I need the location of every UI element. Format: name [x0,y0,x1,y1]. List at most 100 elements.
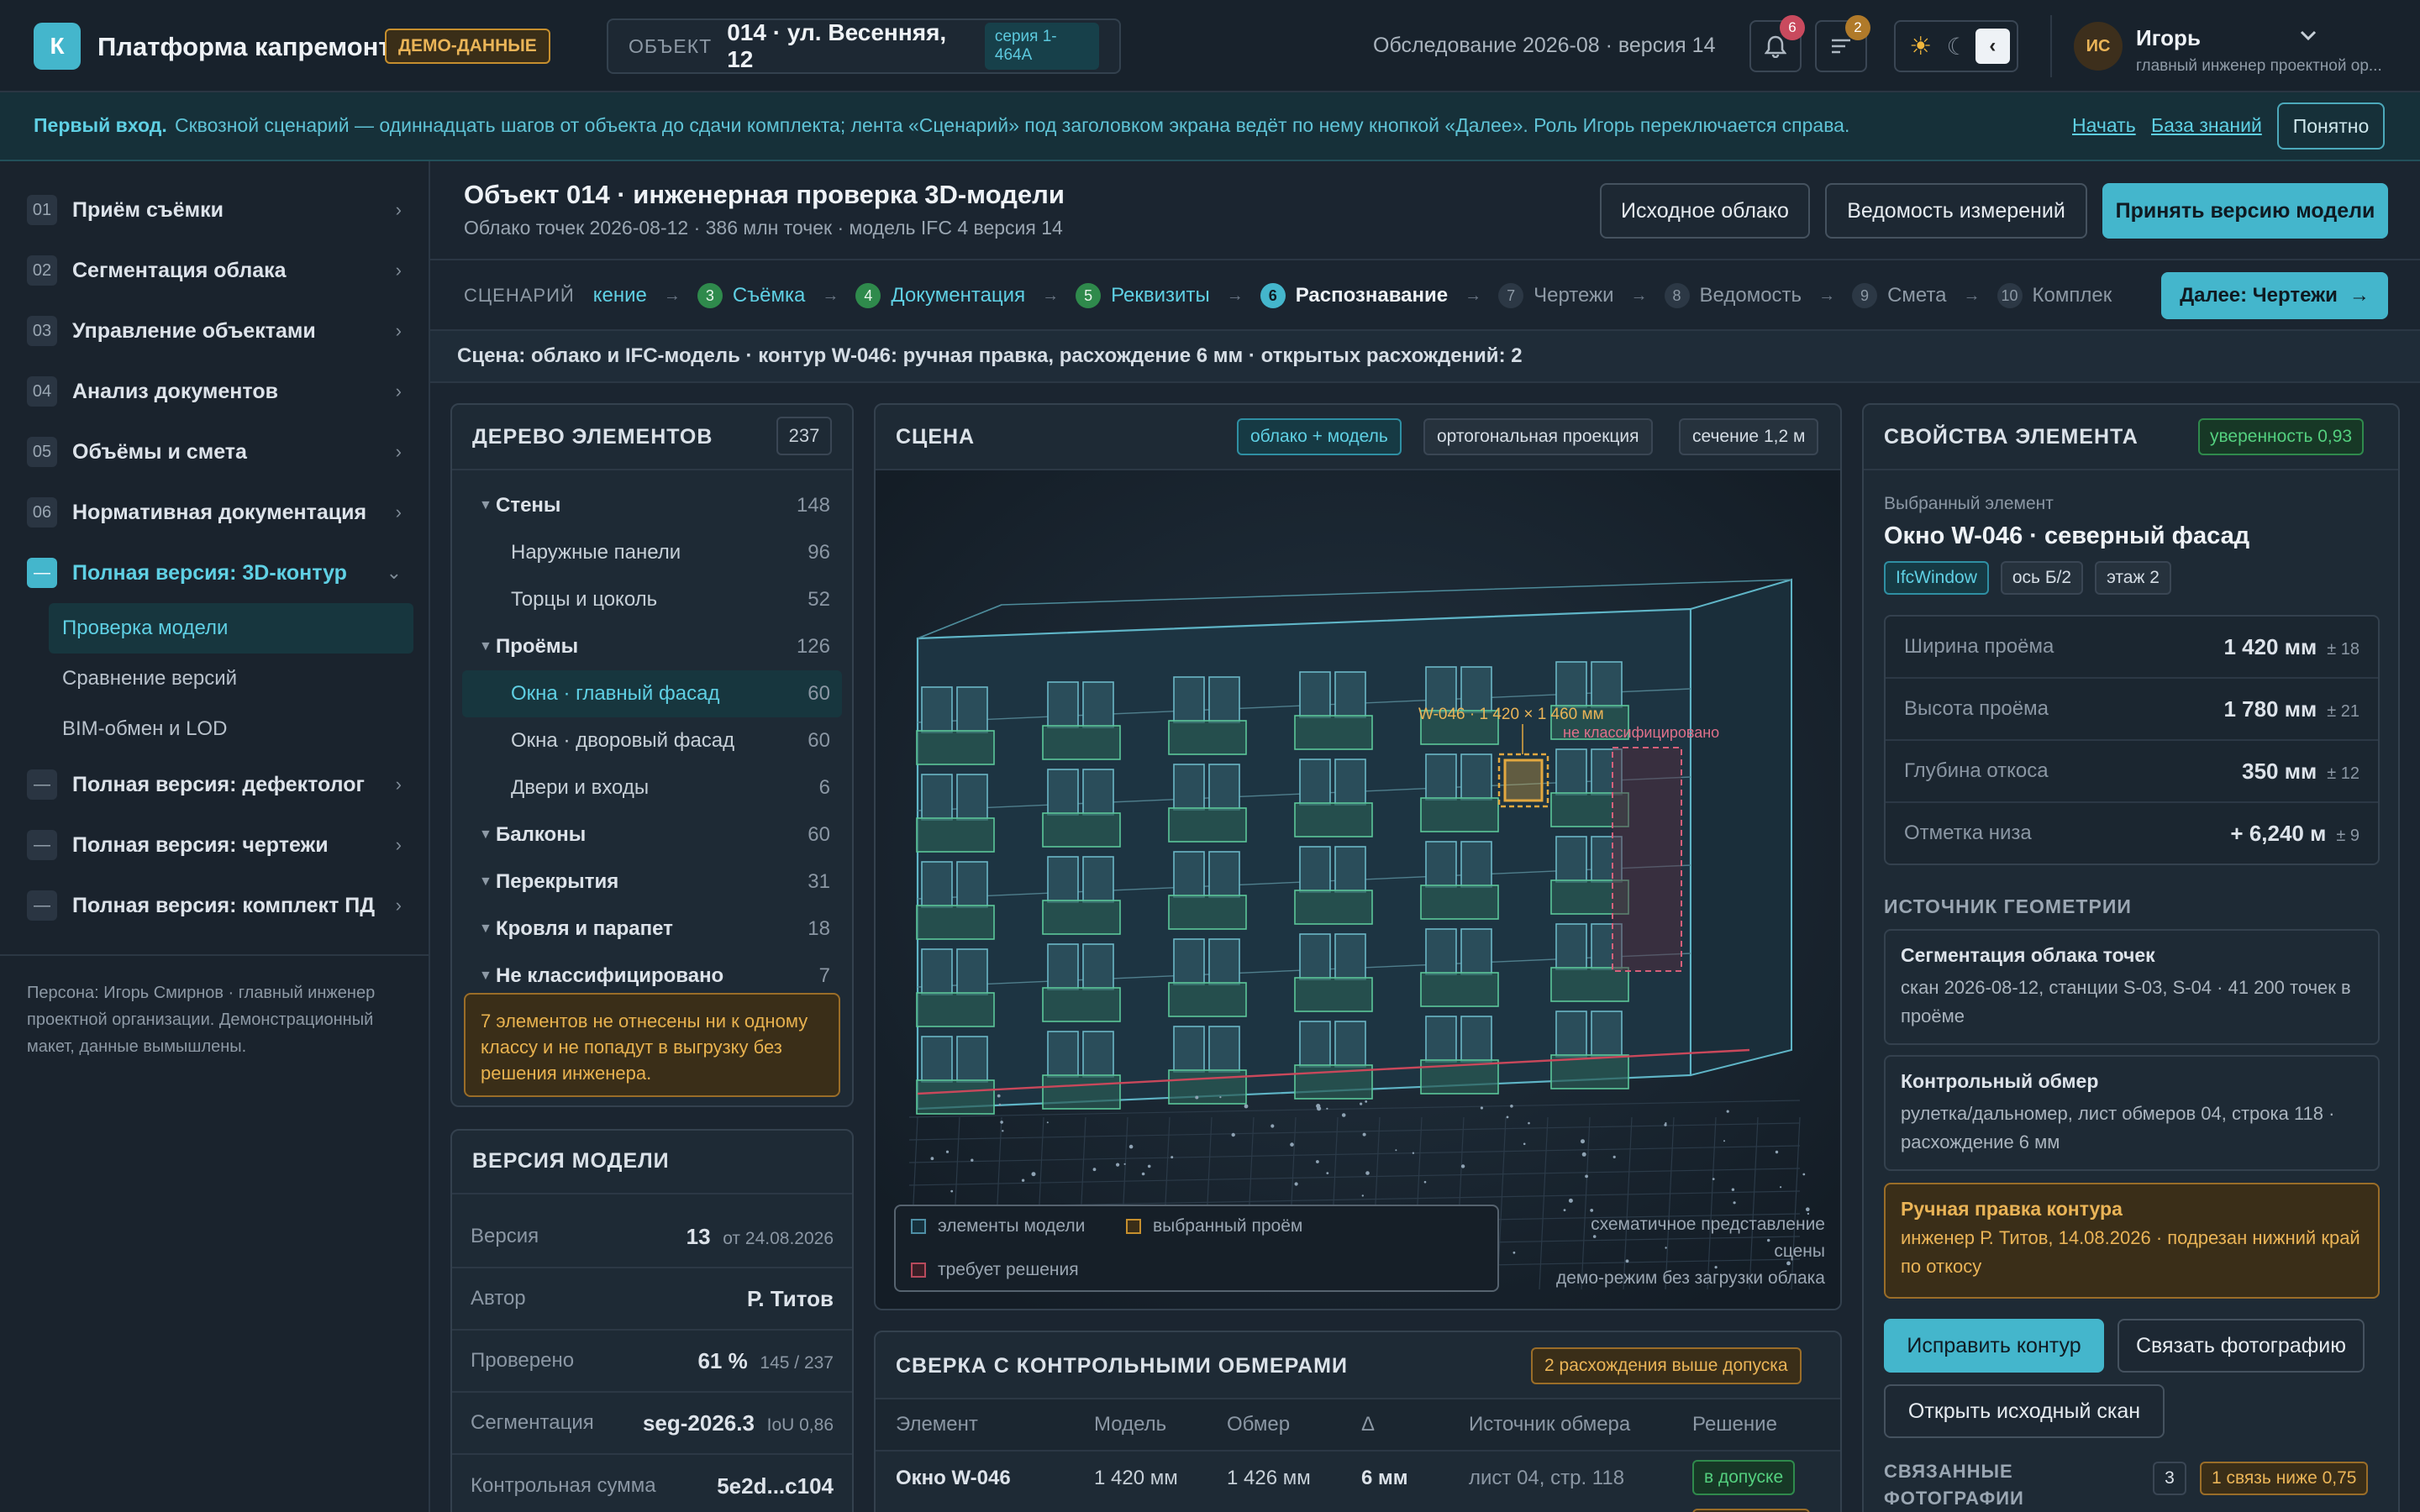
tree-label: Торцы и цоколь [511,588,658,611]
tag-floor[interactable]: этаж 2 [2095,561,2171,595]
tasks-button[interactable]: 2 [1815,15,1870,72]
section-chip[interactable]: сечение 1,2 м [1679,418,1819,455]
nav-number: 02 [27,255,57,286]
sidebar-item-normative[interactable]: 06 Нормативная документация › [0,482,429,543]
step-number: 8 [1664,283,1690,308]
tree-node-balconies[interactable]: ▼ Балконы 60 [462,811,842,858]
fix-contour-button[interactable]: Исправить контур [1884,1319,2104,1373]
sidebar-item-intake[interactable]: 01 Приём съёмки › [0,180,429,240]
app-logo[interactable]: К [34,23,81,70]
notifications-button[interactable]: 6 [1749,15,1805,72]
balcony [1168,1069,1247,1105]
scenario-step-4[interactable]: 4 Документация [855,283,1025,308]
open-scan-button[interactable]: Открыть исходный скан [1884,1384,2165,1438]
window-pane [1047,856,1079,903]
balcony [1042,987,1121,1022]
status-text: Сцена: облако и IFC-модель · контур W-04… [457,344,1523,367]
sidebar-subitem-version-compare[interactable]: Сравнение версий [0,654,429,704]
point [1092,1168,1097,1172]
linked-photos-title-line: ФОТОГРАФИИ [1884,1488,2024,1509]
sidebar-item-objects[interactable]: 03 Управление объектами › [0,301,429,361]
object-selector[interactable]: ОБЪЕКТ 014 · ул. Весенняя, 12 серия 1-46… [607,18,1121,74]
nav-label: Полная версия: 3D-контур [72,560,347,585]
element-tree-panel: ДЕРЕВО ЭЛЕМЕНТОВ 237 ▼ Стены 148 Наружные … [450,403,854,1107]
point [1723,1140,1725,1142]
tree-node-windows-yard[interactable]: Окна · дворовый фасад 60 [462,717,842,764]
sun-icon[interactable]: ☀ [1902,32,1939,61]
unclassified-region[interactable] [1612,747,1682,972]
tree-node-slabs[interactable]: ▼ Перекрытия 31 [462,858,842,906]
window-pane [1047,943,1079,990]
page-header: Объект 014 · инженерная проверка 3D-моде… [430,161,2420,260]
source-cloud-button[interactable]: Исходное облако [1600,183,1810,239]
link-photo-button[interactable]: Связать фотографию [2118,1319,2365,1373]
scenario-step-7[interactable]: 7 Чертежи [1498,283,1614,308]
kv-sub: 145 / 237 [760,1352,834,1373]
sidebar-subitem-bim-lod[interactable]: BIM-обмен и LOD [0,704,429,754]
mode-chip[interactable]: облако + модель [1237,418,1402,455]
scenario-step-10[interactable]: 10 Комплек [1996,283,2112,308]
projection-chip[interactable]: ортогональная проекция [1423,418,1653,455]
window-pane [1555,748,1587,795]
scene-note-line: демо-режим без загрузки облака [1555,1268,1825,1288]
sidebar-footer: Персона: Игорь Смирнов · главный инженер… [0,954,429,1060]
selected-window[interactable] [1503,759,1544,802]
theme-switcher[interactable]: ☀ ☾ ‹ [1894,20,2018,72]
sidebar-item-pd-set[interactable]: — Полная версия: комплект ПД › [0,875,429,936]
table-row[interactable]: Окно W-046 1 420 мм 1 426 мм 6 мм лист 0… [876,1452,1840,1505]
sidebar-item-drawings[interactable]: — Полная версия: чертежи › [0,815,429,875]
sidebar-subitem-model-check[interactable]: Проверка модели [49,603,413,654]
geometry-source-measure[interactable]: Контрольный обмер рулетка/дальномер, лис… [1884,1055,2380,1171]
window-pane [1425,1016,1457,1063]
moon-icon[interactable]: ☾ [1939,33,1975,60]
metric-value: 1 420 мм [2223,633,2317,659]
window-pane [1047,1031,1079,1078]
metrics-box: Ширина проёма 1 420 мм ± 18 Высота проёма 1… [1884,615,2380,865]
tree-count: 52 [808,588,830,611]
tree-count: 6 [818,776,830,799]
scenario-step-partial[interactable]: кение [593,284,647,307]
legend-model: элементы модели [911,1216,1085,1236]
geometry-source-segmentation[interactable]: Сегментация облака точек скан 2026-08-12… [1884,929,2380,1045]
avatar[interactable]: ИС [2074,22,2123,71]
tag-ifc-class[interactable]: IfcWindow [1884,561,1989,595]
chevron-down-icon[interactable] [2299,29,2317,42]
theme-toggle[interactable]: ‹ [1975,29,2011,64]
accept-model-button[interactable]: Принять версию модели [2102,183,2388,239]
banner-kb-link[interactable]: База знаний [2151,114,2262,137]
metric-label: Высота проёма [1904,697,2049,720]
nav-number: — [27,830,57,860]
tree-count: 148 [796,494,830,517]
tree-node-windows-main[interactable]: Окна · главный фасад 60 [462,670,842,717]
scenario-step-5[interactable]: 5 Реквизиты [1076,283,1210,308]
kv-value: seg-2026.3 [642,1410,755,1436]
sidebar-item-volumes[interactable]: 05 Объёмы и смета › [0,422,429,482]
tree-node-walls[interactable]: ▼ Стены 148 [462,482,842,529]
scenario-step-6[interactable]: 6 Распознавание [1260,283,1448,308]
tree-node-ends-plinth[interactable]: Торцы и цоколь 52 [462,576,842,623]
scenario-step-8[interactable]: 8 Ведомость [1664,283,1802,308]
point [1147,1164,1151,1168]
tree-node-outer-panels[interactable]: Наружные панели 96 [462,529,842,576]
tree-node-openings[interactable]: ▼ Проёмы 126 [462,623,842,670]
sidebar-item-3d-contour[interactable]: — Полная версия: 3D-контур ⌄ [0,543,429,603]
legend-label: выбранный проём [1153,1216,1303,1236]
sidebar-item-defectologist[interactable]: — Полная версия: дефектолог › [0,754,429,815]
tree-node-roof[interactable]: ▼ Кровля и парапет 18 [462,906,842,953]
banner-start-link[interactable]: Начать [2072,114,2136,137]
tree-node-doors[interactable]: Двери и входы 6 [462,764,842,811]
user-name[interactable]: Игорь [2136,25,2201,51]
scene-viewport[interactable]: не классифицировано W-046 · 1 420 × 1 46… [876,470,1840,1310]
scenario-step-3[interactable]: 3 Съёмка [697,283,805,308]
step-number: 9 [1852,283,1878,308]
banner-dismiss-button[interactable]: Понятно [2277,102,2385,150]
next-step-button[interactable]: Далее: Чертежи → [2161,272,2388,319]
scene-note-line: схематичное представление [1591,1215,1825,1234]
measurements-button[interactable]: Ведомость измерений [1825,183,2087,239]
scenario-step-9[interactable]: 9 Смета [1852,283,1947,308]
sidebar-item-segmentation[interactable]: 02 Сегментация облака › [0,240,429,301]
chevron-right-icon: › [395,501,402,522]
metric-tolerance: ± 12 [2327,764,2360,783]
tag-axis[interactable]: ось Б/2 [2000,561,2084,595]
sidebar-item-documents[interactable]: 04 Анализ документов › [0,361,429,422]
